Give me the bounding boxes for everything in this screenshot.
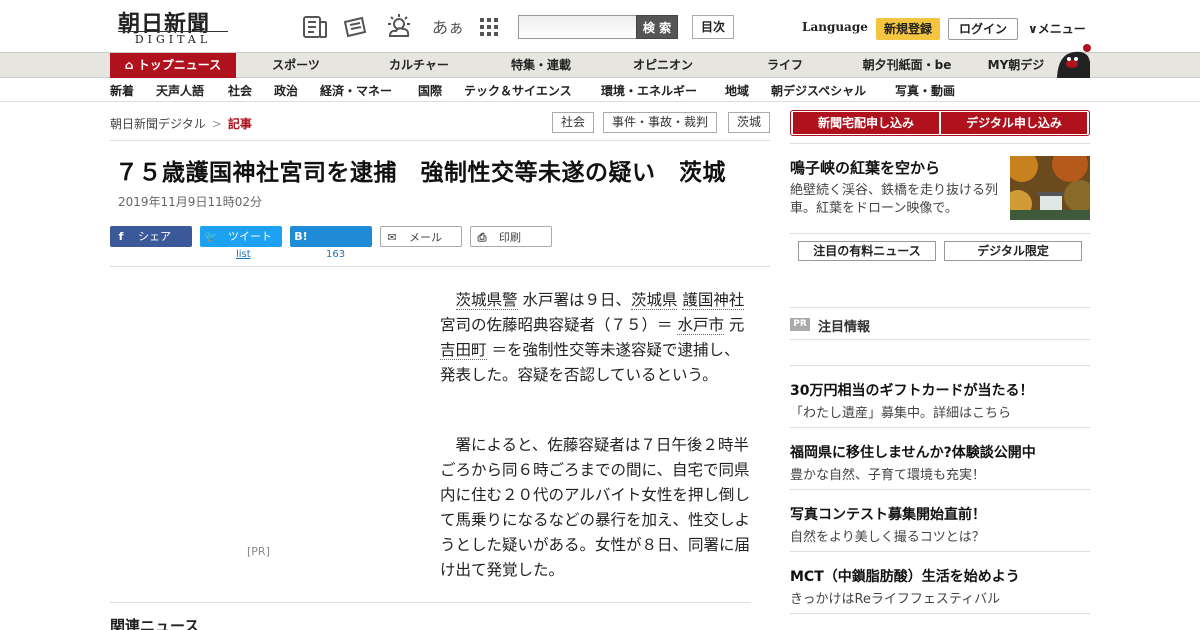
ad-subtitle[interactable]: 豊かな自然、子育て環境も充実！ [790, 464, 985, 483]
divider [110, 140, 770, 141]
tab-paid-news[interactable]: 注目の有料ニュース [798, 241, 936, 261]
subnav-region[interactable]: 地域 [725, 82, 749, 99]
weather-icon[interactable] [386, 14, 412, 40]
print-icon: ⎙ [477, 231, 487, 244]
nav-opinion[interactable]: オピニオン [613, 53, 713, 78]
tweet-button[interactable]: 🐦 ツイート [200, 226, 282, 247]
breadcrumb: 朝日新聞デジタル > 記事 [110, 115, 252, 132]
ad-subtitle[interactable]: 「わたし遺産」募集中。詳細はこちら [790, 402, 1011, 421]
subnav-tenseijingo[interactable]: 天声人語 [156, 82, 204, 99]
newspaper-subscribe-button[interactable]: 新聞宅配申し込み [793, 112, 939, 134]
menu-button[interactable]: ∨メニュー [1028, 20, 1086, 37]
subnav-tech-science[interactable]: テック＆サイエンス [464, 82, 572, 99]
feature-thumbnail[interactable] [1010, 156, 1090, 220]
facebook-share-button[interactable]: f シェア [110, 226, 192, 247]
divider [790, 233, 1090, 234]
hatena-bookmark-button[interactable]: B!ブックマーク [290, 226, 372, 264]
print-button[interactable]: ⎙ 印刷 [470, 226, 552, 247]
global-nav: ⌂ トップニュース スポーツ カルチャー 特集・連載 オピニオン ライフ 朝夕刊… [0, 52, 1200, 78]
divider [790, 427, 1090, 428]
link-yoshida[interactable]: 吉田町 [440, 341, 487, 360]
divider [790, 365, 1090, 366]
tag-ibaraki[interactable]: 茨城 [728, 112, 771, 133]
toc-button[interactable]: 目次 [692, 15, 734, 39]
divider [790, 613, 1090, 614]
font-size-icon[interactable]: あぁ [432, 14, 464, 38]
nav-life[interactable]: ライフ [735, 53, 835, 78]
mail-button[interactable]: ✉ メール [380, 226, 462, 247]
tag-society[interactable]: 社会 [552, 112, 595, 133]
digital-subscribe-button[interactable]: デジタル申し込み [941, 112, 1087, 134]
link-mito[interactable]: 水戸市 [677, 316, 724, 335]
nav-top-news[interactable]: ⌂ トップニュース [110, 53, 236, 78]
article-title: ７５歳護国神社宮司を逮捕 強制性交等未遂の疑い 茨城 [115, 160, 726, 186]
article-date: 2019年11月9日11時02分 [118, 195, 262, 209]
subnav-latest[interactable]: 新着 [110, 82, 134, 99]
subnav-politics[interactable]: 政治 [274, 82, 298, 99]
divider [790, 339, 1090, 340]
ad-title[interactable]: 30万円相当のギフトカードが当たる！ [790, 380, 1033, 400]
subnav-society[interactable]: 社会 [228, 82, 252, 99]
site-logo-sub[interactable]: DIGITAL [118, 31, 228, 46]
chevron-down-icon: ∨ [1028, 22, 1038, 36]
menu-label: メニュー [1037, 22, 1086, 36]
breadcrumb-home[interactable]: 朝日新聞デジタル [110, 117, 206, 131]
twitter-icon: 🐦 [204, 230, 218, 243]
pr-label: [PR] [247, 545, 270, 558]
divider [110, 266, 770, 267]
article-paragraph-1: 茨城県警 水戸署は９日、茨城県 護国神社 宮司の佐藤昭典容疑者（７５）＝ 水戸市… [440, 291, 745, 384]
link-ibaraki[interactable]: 茨城県 [630, 291, 678, 310]
breadcrumb-current: 記事 [227, 117, 252, 131]
subnav-economy[interactable]: 経済・マネー [320, 82, 392, 99]
mascot-icon [1057, 44, 1091, 78]
divider [790, 307, 1090, 308]
subnav-photo-video[interactable]: 写真・動画 [895, 82, 955, 99]
subnav-environment[interactable]: 環境・エネルギー [601, 82, 697, 99]
mail-icon: ✉ [387, 231, 397, 244]
nav-features[interactable]: 特集・連載 [491, 53, 591, 78]
newspaper-icon[interactable] [342, 14, 368, 40]
ad-subtitle[interactable]: きっかけはReライフフェスティバル [790, 588, 1000, 607]
tag-incidents[interactable]: 事件・事故・裁判 [603, 112, 718, 133]
nav-my-asahi[interactable]: MY朝デジ [980, 53, 1052, 78]
subnav-special[interactable]: 朝デジスペシャル [771, 82, 866, 99]
tweet-count[interactable]: list [236, 249, 251, 260]
link-ibaraki-police[interactable]: 茨城県警 [455, 291, 518, 310]
home-icon: ⌂ [124, 58, 134, 72]
pr-heading: 注目情報 [818, 320, 871, 335]
nav-paper[interactable]: 朝夕刊紙面・be [852, 53, 962, 78]
search-button[interactable]: 検 索 [636, 15, 678, 39]
hatena-icon: B! [294, 230, 308, 243]
divider [790, 489, 1090, 490]
link-gokoku-shrine[interactable]: 護国神社 [682, 291, 745, 310]
feature-title[interactable]: 鳴子峡の紅葉を空から [790, 157, 940, 178]
divider [790, 551, 1090, 552]
divider [790, 143, 1090, 144]
ad-subtitle[interactable]: 自然をより美しく撮るコツとは？ [790, 526, 985, 545]
signup-button[interactable]: 新規登録 [876, 18, 940, 40]
divider [110, 602, 751, 603]
feature-description[interactable]: 絶壁続く渓谷、鉄橋を走り抜ける列車。紅葉をドローン映像で。 [790, 182, 1005, 218]
search-input[interactable] [518, 15, 638, 39]
bookmark-count[interactable]: 163 [326, 249, 345, 260]
news-list-icon[interactable] [302, 14, 328, 40]
nav-sports[interactable]: スポーツ [246, 53, 346, 78]
ad-title[interactable]: 写真コンテスト募集開始直前！ [790, 504, 986, 524]
nav-culture[interactable]: カルチャー [369, 53, 469, 78]
tab-digital-only[interactable]: デジタル限定 [944, 241, 1082, 261]
pr-badge: PR [790, 318, 810, 331]
ad-title[interactable]: 福岡県に移住しませんか?体験談公開中 [790, 442, 1036, 462]
subnav-international[interactable]: 国際 [418, 82, 442, 99]
ad-title[interactable]: MCT（中鎖脂肪酸）生活を始めよう [790, 566, 1020, 586]
apps-grid-icon[interactable] [476, 14, 502, 40]
language-link[interactable]: Language [802, 20, 868, 34]
breadcrumb-separator: > [211, 117, 222, 131]
article-paragraph-2: 署によると、佐藤容疑者は７日午後２時半ごろから同６時ごろまでの間に、自宅で同県内… [440, 436, 751, 579]
site-header: 朝日新聞 DIGITAL あぁ 検 索 目次 Language 新規登録 ログイ… [0, 0, 1200, 52]
login-button[interactable]: ログイン [948, 18, 1018, 40]
sub-nav: 新着 天声人語 社会 政治 経済・マネー 国際 テック＆サイエンス 環境・エネル… [0, 79, 1200, 102]
related-news-heading: 関連ニュース [110, 617, 200, 630]
facebook-icon: f [118, 230, 124, 243]
